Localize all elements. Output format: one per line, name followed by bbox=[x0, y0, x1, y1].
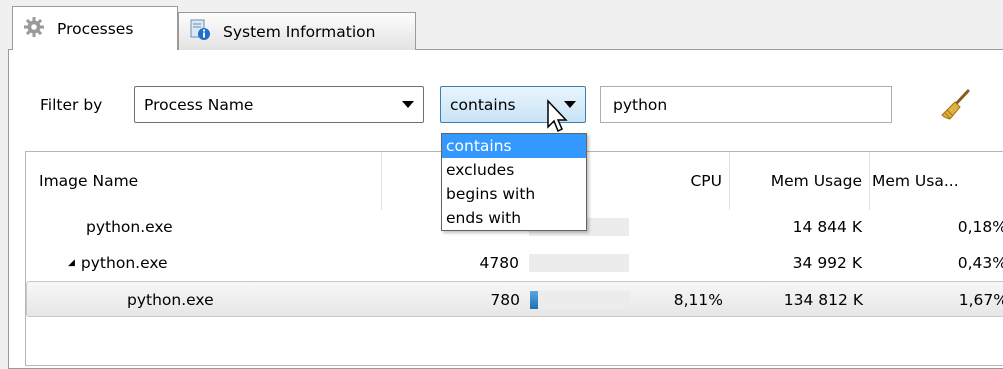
tab-system-information-label: System Information bbox=[223, 22, 376, 41]
broom-icon bbox=[938, 89, 972, 126]
row-name: python.exe bbox=[80, 254, 168, 272]
column-header-image-name[interactable]: Image Name bbox=[39, 152, 138, 210]
row-mem-usage: 34 992 K bbox=[792, 254, 862, 272]
dropdown-option-excludes[interactable]: excludes bbox=[442, 158, 586, 182]
filter-search-input[interactable]: python bbox=[600, 86, 892, 123]
filter-field-combo[interactable]: Process Name bbox=[134, 86, 424, 123]
row-cpu-bar bbox=[529, 245, 629, 281]
tab-strip: Processes System Information bbox=[0, 0, 1003, 52]
tree-expander-icon[interactable]: ◢ bbox=[68, 258, 75, 268]
row-pid: 4780 bbox=[479, 254, 519, 272]
column-divider[interactable] bbox=[869, 152, 870, 210]
table-row[interactable]: python.exe 780 8,11% 134 812 K 1,67% bbox=[26, 281, 1003, 317]
row-cpu bbox=[622, 209, 722, 245]
row-name: python.exe bbox=[86, 218, 173, 236]
cpu-bar-fill bbox=[530, 291, 539, 309]
row-image-name: python.exe bbox=[86, 209, 173, 245]
system-info-icon bbox=[189, 19, 211, 45]
dropdown-option-ends-with[interactable]: ends with bbox=[442, 206, 586, 230]
row-mem-percent: 0,18% bbox=[957, 218, 1003, 236]
row-image-name: python.exe bbox=[127, 282, 214, 318]
row-mem-usage: 134 812 K bbox=[783, 291, 863, 309]
row-image-name: ◢ python.exe bbox=[68, 245, 168, 281]
tab-processes[interactable]: Processes bbox=[12, 6, 178, 50]
filter-by-label: Filter by bbox=[40, 96, 103, 114]
gear-icon bbox=[23, 16, 45, 42]
row-cpu bbox=[622, 245, 722, 281]
column-divider[interactable] bbox=[381, 152, 382, 210]
table-row[interactable]: ◢ python.exe 4780 34 992 K 0,43% bbox=[26, 245, 1003, 281]
dropdown-option-begins-with[interactable]: begins with bbox=[442, 182, 586, 206]
column-header-cpu[interactable]: CPU bbox=[622, 152, 722, 210]
column-header-mem-percent[interactable]: Mem Usa... bbox=[872, 152, 1003, 210]
chevron-down-icon bbox=[402, 101, 414, 108]
tab-processes-label: Processes bbox=[57, 19, 134, 38]
row-cpu-bar bbox=[530, 282, 630, 318]
row-mem-percent: 0,43% bbox=[957, 254, 1003, 272]
tab-system-information[interactable]: System Information bbox=[178, 12, 416, 50]
column-divider[interactable] bbox=[729, 152, 730, 210]
row-pid: 780 bbox=[490, 291, 520, 309]
row-name: python.exe bbox=[127, 291, 214, 309]
row-cpu: 8,11% bbox=[673, 291, 723, 309]
operator-dropdown-list: contains excludes begins with ends with bbox=[441, 133, 587, 231]
filter-search-value: python bbox=[613, 95, 668, 114]
row-mem-usage: 14 844 K bbox=[792, 218, 862, 236]
column-header-mem-usage[interactable]: Mem Usage bbox=[732, 152, 862, 210]
row-mem-percent: 1,67% bbox=[958, 291, 1003, 309]
clear-filter-button[interactable] bbox=[938, 88, 972, 126]
filter-field-value: Process Name bbox=[144, 95, 254, 114]
mouse-cursor-icon bbox=[546, 99, 572, 139]
